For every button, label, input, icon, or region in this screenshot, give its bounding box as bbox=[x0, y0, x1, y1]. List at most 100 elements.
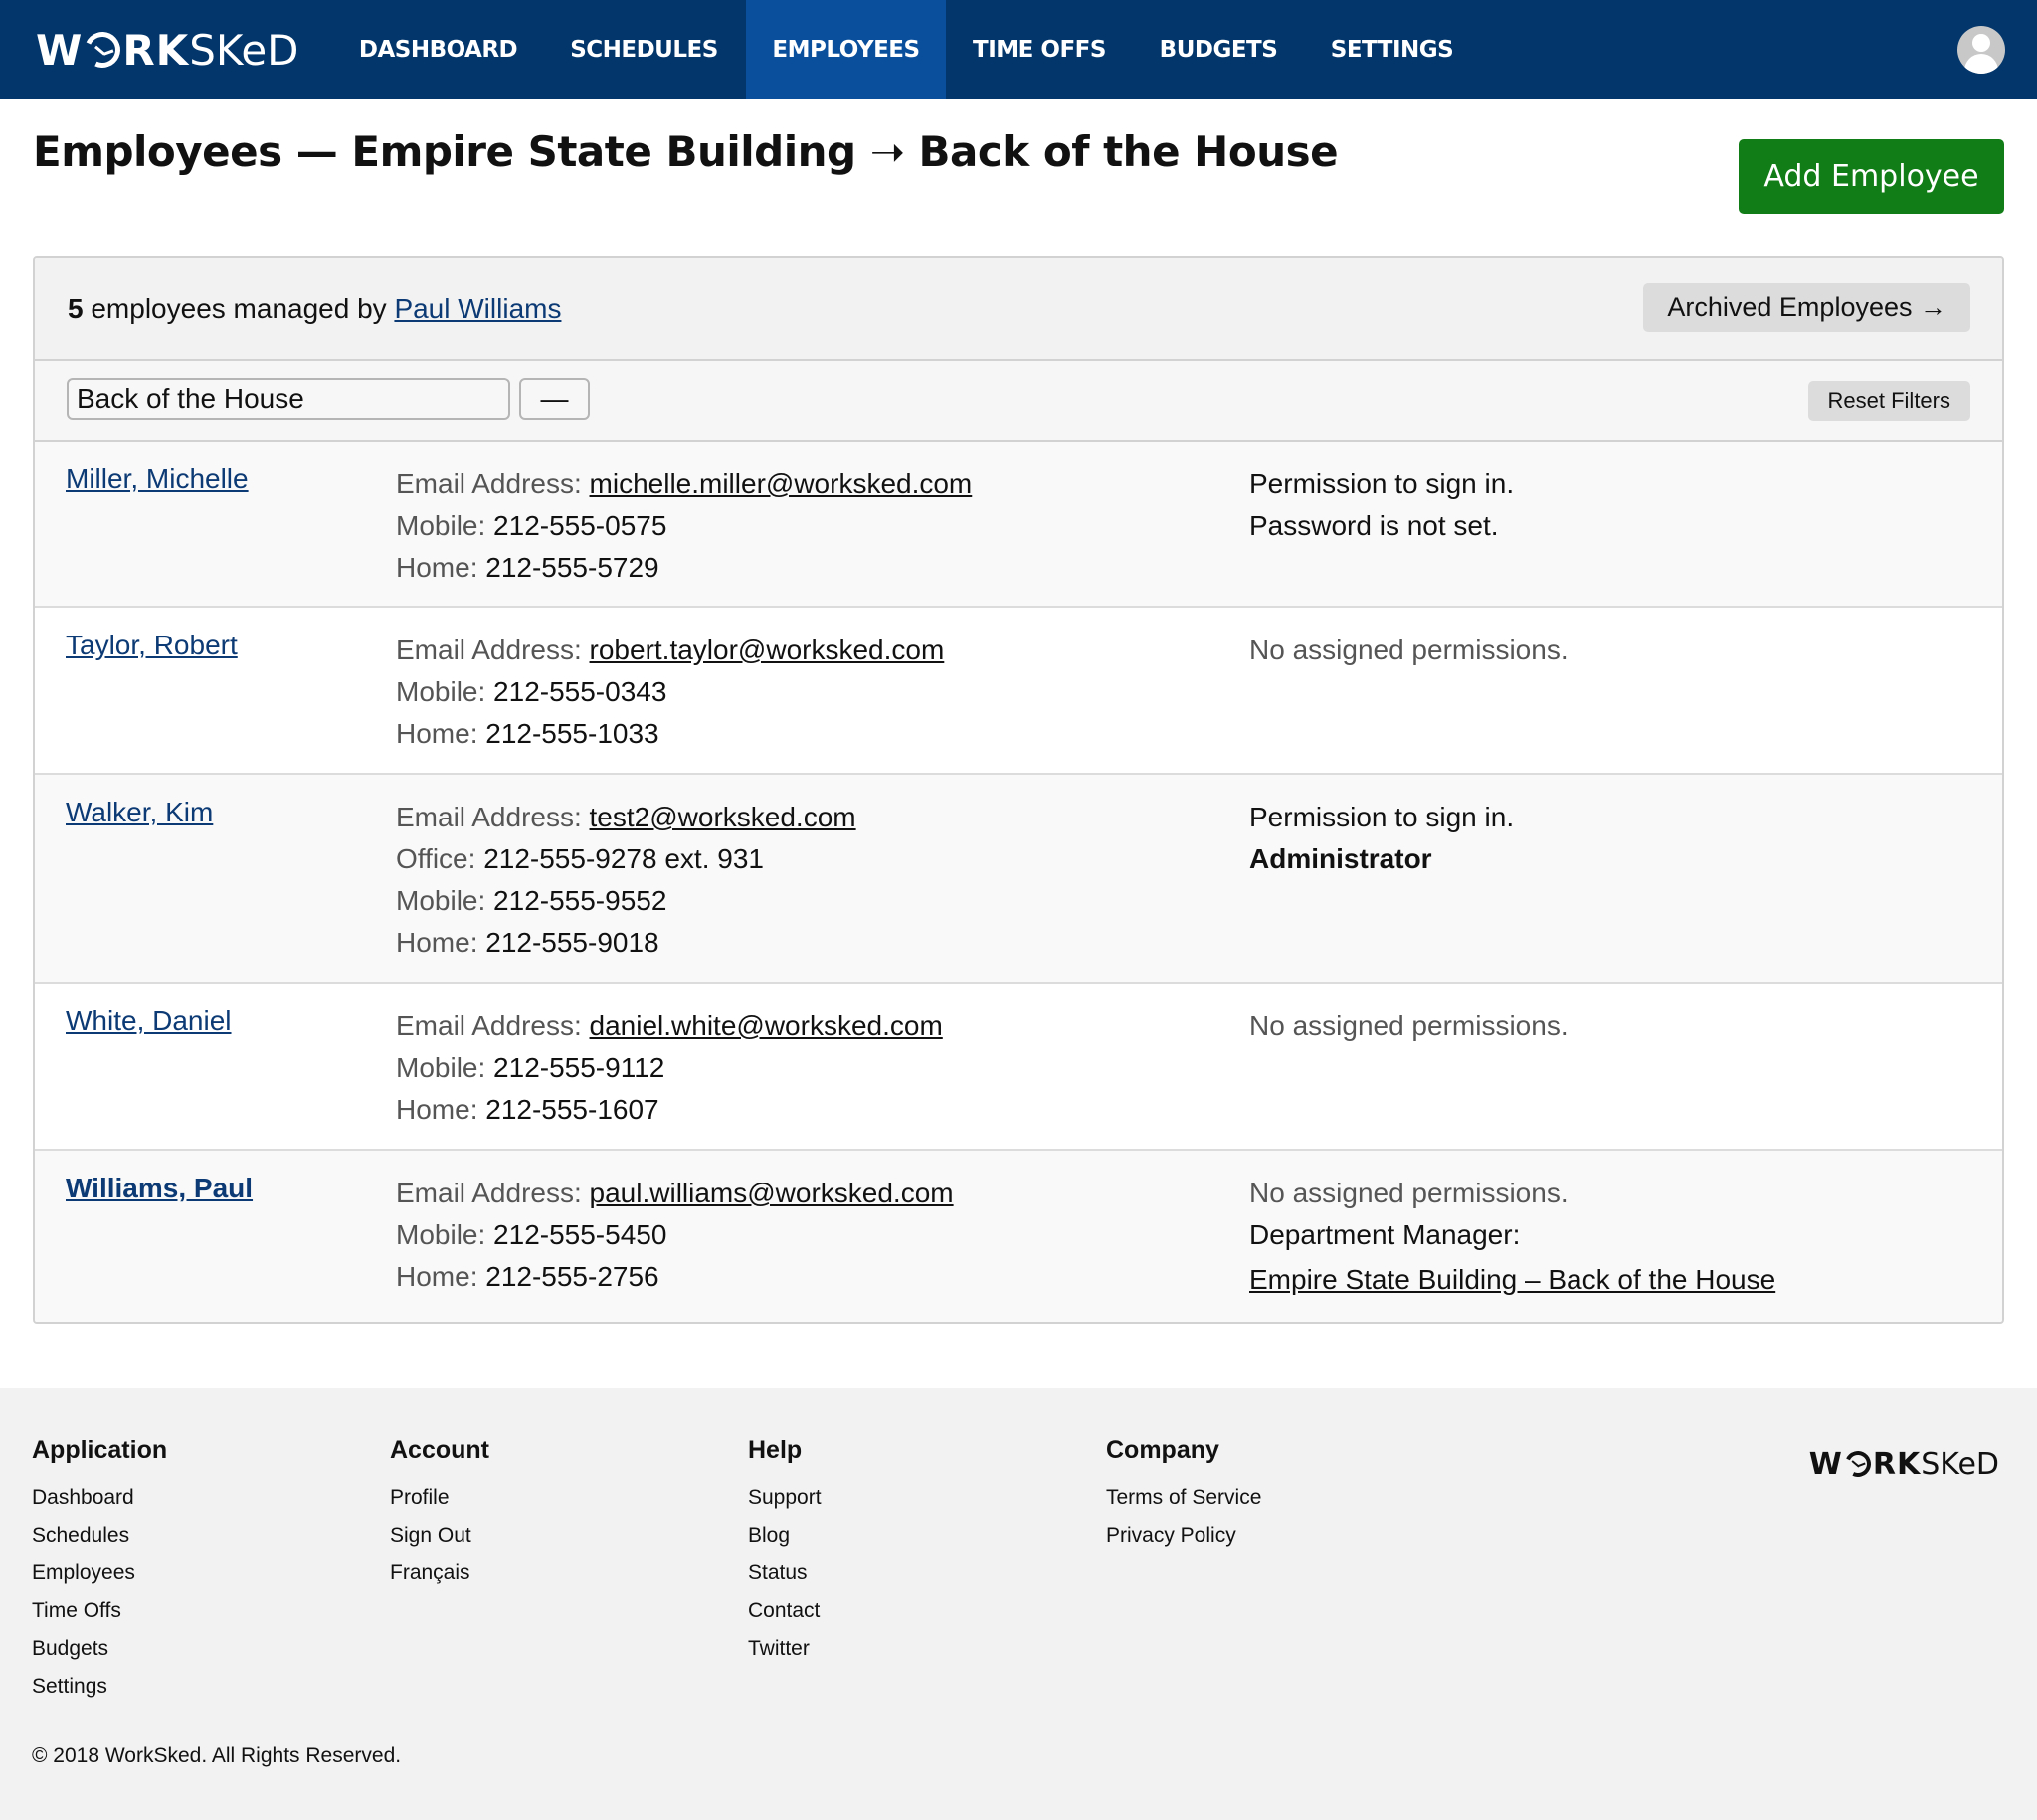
avatar-head bbox=[1972, 34, 1990, 52]
employee-permissions: No assigned permissions. bbox=[1249, 630, 1569, 671]
email-link[interactable]: robert.taylor@worksked.com bbox=[590, 635, 945, 665]
email-label: Email Address: bbox=[396, 468, 590, 499]
email-link[interactable]: test2@worksked.com bbox=[590, 802, 856, 832]
mobile-line: Mobile: 212-555-9112 bbox=[396, 1047, 943, 1089]
footer-link-support[interactable]: Support bbox=[748, 1479, 822, 1517]
footer-link-terms[interactable]: Terms of Service bbox=[1106, 1479, 1261, 1517]
home-line: Home: 212-555-1033 bbox=[396, 713, 944, 755]
office-line: Office: 212-555-9278 ext. 931 bbox=[396, 838, 856, 880]
reset-filters-button[interactable]: Reset Filters bbox=[1807, 381, 1970, 421]
mobile-line: Mobile: 212-555-0343 bbox=[396, 671, 944, 713]
home-line: Home: 212-555-2756 bbox=[396, 1256, 954, 1298]
footer-link-status[interactable]: Status bbox=[748, 1554, 822, 1592]
contact-label: Mobile: bbox=[396, 1219, 494, 1250]
managed-department-link[interactable]: Empire State Building – Back of the Hous… bbox=[1249, 1259, 1775, 1301]
contact-label: Mobile: bbox=[396, 1052, 494, 1083]
department-manager-label: Department Manager: bbox=[1249, 1219, 1521, 1250]
employee-name-link[interactable]: Taylor, Robert bbox=[66, 630, 238, 661]
role-badge: Administrator bbox=[1249, 843, 1432, 874]
user-avatar-icon[interactable] bbox=[1957, 26, 2005, 74]
mobile-line: Mobile: 212-555-5450 bbox=[396, 1214, 954, 1256]
contact-value: 212-555-9278 ext. 931 bbox=[483, 843, 764, 874]
nav-time-offs[interactable]: TIME OFFS bbox=[957, 0, 1122, 99]
panel-header: 5 employees managed by Paul Williams Arc… bbox=[35, 258, 2002, 361]
copyright-text: © 2018 WorkSked. All Rights Reserved. bbox=[32, 1744, 402, 1767]
footer-link-blog[interactable]: Blog bbox=[748, 1517, 822, 1554]
footer-link-twitter[interactable]: Twitter bbox=[748, 1630, 822, 1668]
worksked-logo[interactable]: W RK SKeD bbox=[36, 24, 299, 76]
password-status: Password is not set. bbox=[1249, 510, 1499, 541]
home-line: Home: 212-555-5729 bbox=[396, 547, 972, 589]
contact-value: 212-555-5729 bbox=[485, 552, 659, 583]
footer-link-time-offs[interactable]: Time Offs bbox=[32, 1592, 167, 1630]
contact-value: 212-555-5450 bbox=[493, 1219, 667, 1250]
manager-link[interactable]: Paul Williams bbox=[394, 293, 561, 324]
footer-column-help: Help Support Blog Status Contact Twitter bbox=[748, 1436, 822, 1668]
contact-value: 212-555-9018 bbox=[485, 927, 659, 958]
employee-name-link[interactable]: White, Daniel bbox=[66, 1005, 232, 1037]
contact-label: Office: bbox=[396, 843, 484, 874]
footer-link-settings[interactable]: Settings bbox=[32, 1668, 167, 1706]
footer-link-budgets[interactable]: Budgets bbox=[32, 1630, 167, 1668]
contact-label: Home: bbox=[396, 1094, 486, 1125]
department-filter-select[interactable]: Back of the House bbox=[67, 378, 510, 420]
employee-contact-info: Email Address: test2@worksked.com Office… bbox=[396, 797, 856, 964]
employee-name-link[interactable]: Miller, Michelle bbox=[66, 463, 249, 495]
email-label: Email Address: bbox=[396, 802, 590, 832]
footer-column-application: Application Dashboard Schedules Employee… bbox=[32, 1436, 167, 1706]
employee-contact-info: Email Address: robert.taylor@worksked.co… bbox=[396, 630, 944, 755]
logo-text-sked: SKeD bbox=[1921, 1446, 1999, 1482]
footer-link-contact[interactable]: Contact bbox=[748, 1592, 822, 1630]
footer-link-francais[interactable]: Français bbox=[390, 1554, 489, 1592]
footer-link-privacy[interactable]: Privacy Policy bbox=[1106, 1517, 1261, 1554]
employee-row: Miller, Michelle Email Address: michelle… bbox=[35, 442, 2002, 608]
footer-heading: Company bbox=[1106, 1436, 1219, 1464]
contact-value: 212-555-0575 bbox=[493, 510, 667, 541]
mobile-line: Mobile: 212-555-9552 bbox=[396, 880, 856, 922]
nav-settings[interactable]: SETTINGS bbox=[1315, 0, 1469, 99]
footer-link-profile[interactable]: Profile bbox=[390, 1479, 489, 1517]
logo-text-sked: SKeD bbox=[189, 25, 299, 75]
contact-value: 212-555-2756 bbox=[485, 1261, 659, 1292]
employee-contact-info: Email Address: paul.williams@worksked.co… bbox=[396, 1173, 954, 1298]
nav-dashboard[interactable]: DASHBOARD bbox=[344, 0, 532, 99]
employee-name-link[interactable]: Williams, Paul bbox=[66, 1173, 253, 1204]
footer-logo[interactable]: W RK SKeD bbox=[1809, 1438, 1999, 1490]
footer-heading: Account bbox=[390, 1436, 489, 1464]
secondary-filter-select[interactable]: — bbox=[519, 378, 590, 420]
home-line: Home: 212-555-1607 bbox=[396, 1089, 943, 1131]
employee-row: Taylor, Robert Email Address: robert.tay… bbox=[35, 608, 2002, 775]
employee-permissions: Permission to sign in. Password is not s… bbox=[1249, 463, 1514, 547]
contact-label: Mobile: bbox=[396, 885, 494, 916]
employee-name-link[interactable]: Walker, Kim bbox=[66, 797, 213, 828]
footer-link-schedules[interactable]: Schedules bbox=[32, 1517, 167, 1554]
email-link[interactable]: paul.williams@worksked.com bbox=[590, 1178, 954, 1208]
email-link[interactable]: michelle.miller@worksked.com bbox=[590, 468, 973, 499]
employee-row: White, Daniel Email Address: daniel.whit… bbox=[35, 984, 2002, 1151]
top-navigation: W RK SKeD DASHBOARD SCHEDULES EMPLOYEES … bbox=[0, 0, 2037, 99]
contact-value: 212-555-9552 bbox=[493, 885, 667, 916]
email-label: Email Address: bbox=[396, 1010, 590, 1041]
contact-label: Home: bbox=[396, 927, 486, 958]
nav-budgets[interactable]: BUDGETS bbox=[1144, 0, 1293, 99]
email-label: Email Address: bbox=[396, 635, 590, 665]
no-permissions-text: No assigned permissions. bbox=[1249, 1010, 1569, 1041]
nav-schedules[interactable]: SCHEDULES bbox=[552, 0, 736, 99]
email-line: Email Address: test2@worksked.com bbox=[396, 797, 856, 838]
contact-label: Mobile: bbox=[396, 676, 494, 707]
logo-text-rk: RK bbox=[1872, 1446, 1922, 1482]
arrow-right-icon: ➝ bbox=[855, 127, 919, 176]
footer-link-dashboard[interactable]: Dashboard bbox=[32, 1479, 167, 1517]
footer-link-employees[interactable]: Employees bbox=[32, 1554, 167, 1592]
nav-employees[interactable]: EMPLOYEES bbox=[746, 0, 946, 99]
footer-link-sign-out[interactable]: Sign Out bbox=[390, 1517, 489, 1554]
archived-employees-button[interactable]: Archived Employees → bbox=[1643, 283, 1970, 332]
count-label: employees managed by bbox=[83, 293, 395, 324]
page-title: Employees — Empire State Building ➝ Back… bbox=[33, 127, 1339, 176]
title-separator: — bbox=[281, 127, 352, 176]
mobile-line: Mobile: 212-555-0575 bbox=[396, 505, 972, 547]
email-link[interactable]: daniel.white@worksked.com bbox=[590, 1010, 943, 1041]
permission-line: Permission to sign in. bbox=[1249, 802, 1515, 832]
add-employee-button[interactable]: Add Employee bbox=[1739, 139, 2004, 214]
contact-value: 212-555-1607 bbox=[485, 1094, 659, 1125]
